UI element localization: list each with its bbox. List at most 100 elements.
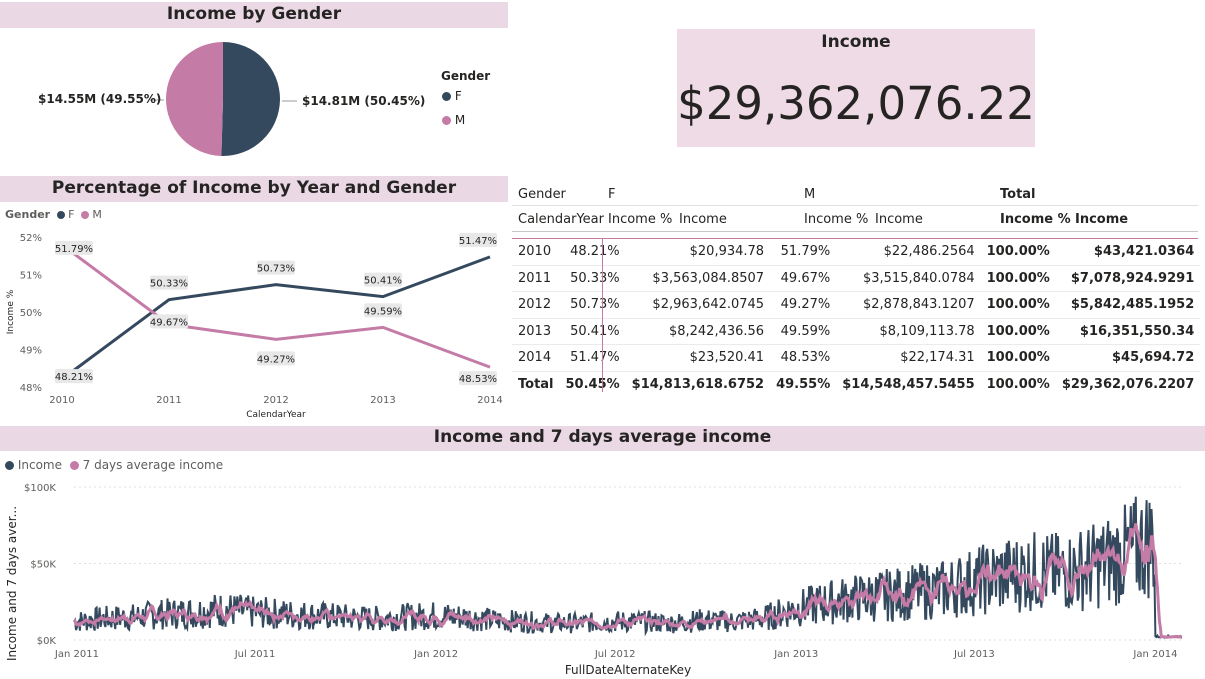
- matrix-cell: 100.00%: [986, 297, 1050, 313]
- matrix-cell: 50.41%: [570, 323, 620, 339]
- matrix-cell: 50.33%: [570, 270, 620, 286]
- income-card-value: $29,362,076.22: [677, 77, 1035, 130]
- matrix-year-cell: 2013: [518, 323, 552, 339]
- y-tick-label: 52%: [20, 233, 42, 244]
- matrix-cell: $3,563,084.8507: [652, 270, 765, 286]
- data-label: 49.27%: [257, 354, 295, 365]
- ts-chart[interactable]: $0K $50K $100K Jan 2011 Jul 2011 Jan 2012 Jul …: [0, 476, 1205, 679]
- matrix-h-t-inc: Income: [1075, 212, 1129, 227]
- legend-dot-avg: [69, 461, 79, 470]
- matrix-cell: 48.53%: [780, 350, 831, 366]
- matrix-cell: 51.79%: [780, 244, 831, 260]
- x-tick-label: Jul 2011: [234, 649, 276, 660]
- x-tick-label: 2010: [49, 395, 74, 406]
- y-tick-label: 51%: [20, 271, 42, 282]
- matrix-year-cell: 2010: [518, 244, 552, 260]
- line-legend-title: Gender: [5, 208, 51, 221]
- matrix-cell: 100.00%: [986, 323, 1050, 339]
- data-label: 49.59%: [364, 306, 402, 317]
- matrix-h-m-pct: Income %: [804, 212, 869, 227]
- y-tick-label: $100K: [24, 483, 56, 494]
- matrix-row[interactable]: 2014 51.47% $23,520.41 48.53% $22,174.31 100.…: [512, 345, 1201, 371]
- pie-slice-f[interactable]: [221, 42, 281, 156]
- x-tick-label: Jan 2012: [413, 649, 458, 660]
- matrix-row[interactable]: 2010 48.21% $20,934.78 51.79% $22,486.2564 10…: [512, 239, 1201, 265]
- data-label: 48.53%: [459, 374, 497, 385]
- matrix-h-f-pct: Income %: [608, 212, 673, 227]
- y-axis-title: Income and 7 days aver...: [5, 506, 19, 661]
- matrix-cell: 49.55%: [776, 376, 831, 392]
- income-card[interactable]: Income $29,362,076.22: [677, 29, 1035, 147]
- data-label: 51.47%: [459, 236, 497, 247]
- matrix-h-year: CalendarYear: [518, 212, 604, 227]
- matrix-h-f-inc: Income: [679, 212, 727, 227]
- matrix-h-m: M: [804, 187, 816, 202]
- matrix-year-cell: 2014: [518, 350, 552, 366]
- matrix-cell: $8,242,436.56: [668, 323, 765, 339]
- data-label: 48.21%: [55, 372, 93, 383]
- data-label: 50.73%: [257, 264, 295, 275]
- matrix-cell: 100.00%: [986, 376, 1050, 392]
- matrix-total-row[interactable]: Total 50.45% $14,813,618.6752 49.55% $14,548…: [512, 371, 1200, 397]
- matrix-row[interactable]: 2012 50.73% $2,963,642.0745 49.27% $2,878,84…: [512, 292, 1201, 318]
- matrix-cell: 49.27%: [780, 297, 831, 313]
- matrix-cell: 48.21%: [570, 244, 620, 260]
- y-tick-label: 49%: [20, 346, 42, 357]
- line-chart[interactable]: 48% 49% 50% 51% 52% 2010 2011 2012 2013 2014 Calen…: [0, 225, 510, 423]
- y-tick-label: 50%: [20, 308, 42, 319]
- data-label: 49.67%: [150, 317, 188, 328]
- y-tick-label: $0K: [37, 636, 57, 647]
- pie-slice-m[interactable]: [166, 41, 223, 156]
- y-axis-title: Income %: [6, 289, 16, 334]
- legend-dot-f: [442, 92, 451, 101]
- matrix-cell: $14,548,457.5455: [842, 376, 975, 392]
- pie-legend-item-f[interactable]: F: [442, 89, 462, 103]
- matrix-cell: $3,515,840.0784: [862, 270, 975, 286]
- x-tick-label: Jan 2011: [54, 649, 99, 660]
- ts-legend-income: Income: [17, 458, 62, 472]
- matrix-table: 2010 48.21% $20,934.78 51.79% $22,486.2564 10…: [512, 239, 1201, 397]
- legend-dot-income: [5, 461, 14, 470]
- matrix-year-cell: 2011: [518, 270, 552, 286]
- matrix-h-t-pct: Income %: [1000, 212, 1071, 227]
- matrix-row[interactable]: 2011 50.33% $3,563,084.8507 49.67% $3,515,84…: [512, 265, 1201, 292]
- matrix: Gender F M Total CalendarYear Income % I…: [512, 181, 1201, 397]
- matrix-h-f: F: [608, 187, 616, 202]
- matrix-row[interactable]: 2013 50.41% $8,242,436.56 49.59% $8,109,113.…: [512, 318, 1201, 345]
- matrix-h-m-inc: Income: [875, 212, 923, 227]
- ts-legend-avg: 7 days average income: [82, 458, 224, 472]
- matrix-h-total: Total: [1000, 187, 1036, 202]
- matrix-cell: 49.59%: [780, 323, 831, 339]
- matrix-cell: 49.67%: [780, 270, 831, 286]
- matrix-cell: $45,694.72: [1112, 350, 1195, 366]
- pie-legend-item-m[interactable]: M: [442, 113, 465, 127]
- matrix-cell: $2,963,642.0745: [652, 297, 765, 313]
- pie-legend-label-m: M: [454, 113, 466, 127]
- matrix-cell: $22,486.2564: [883, 244, 975, 260]
- matrix-cell: $14,813,618.6752: [631, 376, 765, 392]
- matrix-cell: $20,934.78: [689, 244, 765, 260]
- x-tick-label: Jul 2012: [594, 649, 636, 660]
- pie-legend-title: Gender: [441, 69, 491, 83]
- ts-legend: Income 7 days average income: [5, 458, 223, 472]
- x-axis-title: CalendarYear: [246, 410, 306, 420]
- x-tick-label: Jan 2014: [1132, 649, 1177, 660]
- x-tick-label: 2013: [370, 395, 395, 406]
- matrix-cell: $43,421.0364: [1093, 244, 1195, 260]
- y-tick-label: $50K: [30, 560, 56, 571]
- y-tick-label: 48%: [20, 383, 42, 394]
- line-legend-label-m: M: [92, 208, 102, 221]
- matrix-cell: $2,878,843.1207: [862, 297, 975, 313]
- data-label: 51.79%: [55, 244, 93, 255]
- x-axis-title: FullDateAlternateKey: [565, 663, 691, 677]
- matrix-cell: $7,078,924.9291: [1070, 270, 1195, 286]
- matrix-cell: $8,109,113.78: [879, 323, 975, 339]
- matrix-cell: 50.73%: [570, 297, 620, 313]
- matrix-cell: 100.00%: [986, 350, 1050, 366]
- data-label: 50.33%: [150, 279, 188, 290]
- pie-title: Income by Gender: [166, 4, 342, 24]
- legend-dot-m: [442, 116, 451, 125]
- matrix-year-cell: Total: [518, 376, 554, 392]
- line-legend-label-f: F: [68, 208, 75, 221]
- line-legend: Gender F M: [5, 208, 102, 221]
